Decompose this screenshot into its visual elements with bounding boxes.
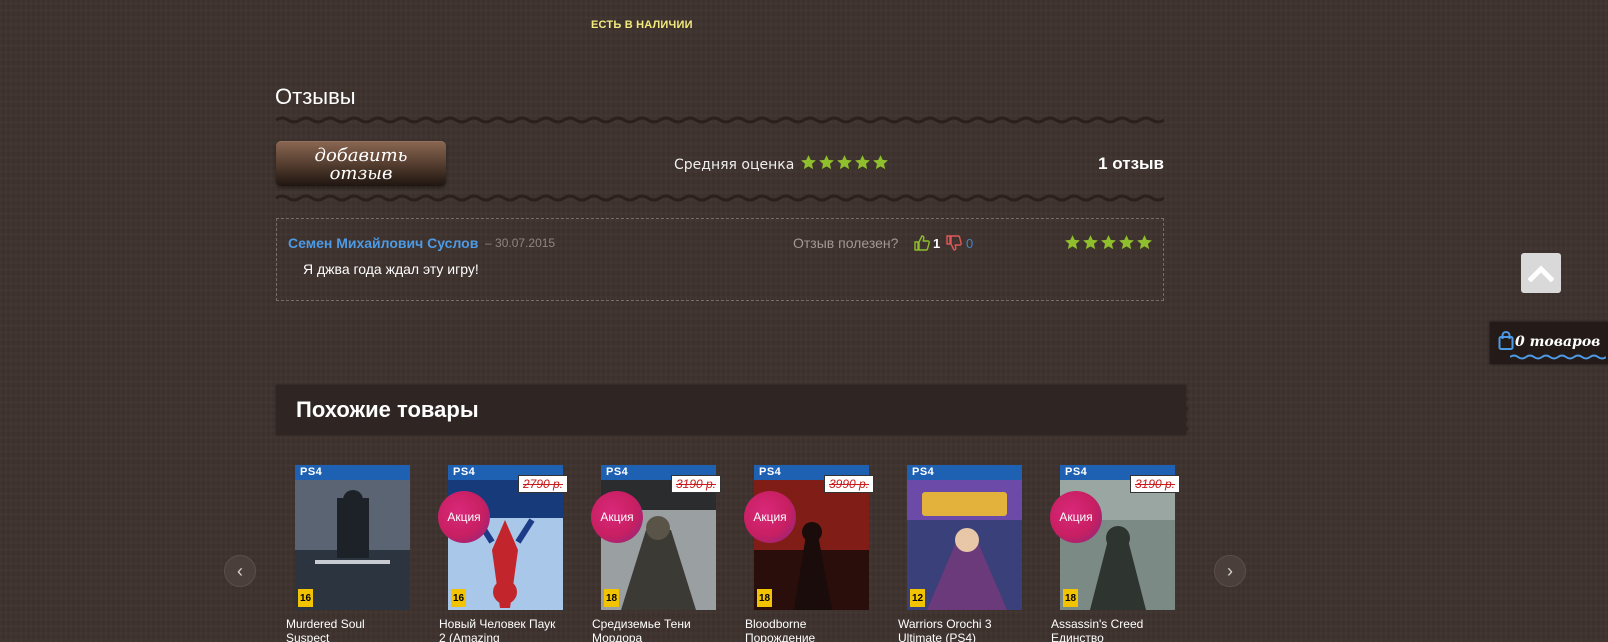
carousel-next-button[interactable]: › [1214,555,1246,587]
star-icon [819,155,834,170]
scroll-to-top-button[interactable] [1521,253,1561,293]
add-review-button[interactable]: добавить отзыв [276,141,446,186]
carousel-prev-button[interactable]: ‹ [224,555,256,587]
sale-badge: Акция [1050,491,1102,543]
platform-label: PS4 [606,466,629,478]
old-price: 3190 р. [1130,475,1180,493]
age-rating-badge: 18 [1063,589,1078,607]
star-icon [1083,235,1098,250]
product-card[interactable]: PS4 16 2790 р. Акция Новый Человек Паук 2 (A… [438,465,579,642]
thumbs-down-icon[interactable] [946,235,962,256]
dislikes-count: 0 [966,236,974,251]
age-rating-badge: 18 [604,589,619,607]
age-rating-badge: 16 [451,589,466,607]
age-rating-badge: 16 [298,589,313,607]
platform-label: PS4 [912,466,935,478]
star-icon [1137,235,1152,250]
platform-header: PS4 [907,465,1022,480]
chevron-up-icon [1528,265,1554,282]
date-separator: – [485,236,492,250]
banner-torn-edge [1181,385,1189,435]
star-icon [1065,235,1080,250]
old-price: 3990 р. [824,475,874,493]
platform-header: PS4 [295,465,410,480]
product-name[interactable]: Assassin's Creed Единство [1051,617,1171,642]
product-card[interactable]: PS4 18 3190 р. Акция Средиземье Тени Мордора [591,465,732,642]
similar-products-title: Похожие товары [296,397,479,422]
platform-label: PS4 [453,466,476,478]
divider [276,116,1164,124]
cart-widget[interactable]: 0 товаров [1490,322,1608,364]
platform-label: PS4 [759,466,782,478]
star-icon [855,155,870,170]
old-price: 2790 р. [518,475,568,493]
thumbs-up-icon[interactable] [914,235,930,256]
sale-badge: Акция [744,491,796,543]
average-rating-label: Средняя оценка [674,157,795,173]
product-cover-image[interactable]: PS4 16 [295,465,410,610]
reviewer-name[interactable]: Семен Михайлович Суслов [288,235,478,251]
cart-item-count: 0 товаров [1515,334,1601,350]
product-card[interactable]: PS4 18 3190 р. Акция Assassin's Creed Единст… [1050,465,1191,642]
review-rating-stars [1064,234,1153,251]
stock-status: ЕСТЬ В НАЛИЧИИ [591,19,693,31]
star-icon [873,155,888,170]
product-card[interactable]: PS4 12 Warriors Orochi 3 Ultimate (PS4) [898,465,1038,642]
age-rating-badge: 12 [910,589,925,607]
product-name[interactable]: Murdered Soul Suspect [286,617,406,642]
review-date-value: 30.07.2015 [495,236,556,250]
old-price: 3190 р. [671,475,721,493]
product-name[interactable]: Новый Человек Паук 2 (Amazing [439,617,559,642]
helpful-label: Отзыв полезен? [793,235,899,251]
review-text: Я джва года ждал эту игру! [303,261,479,277]
star-icon [801,155,816,170]
sale-badge: Акция [438,491,490,543]
review-count: 1 отзыв [1098,154,1164,173]
reviews-title: Отзывы [275,84,356,109]
product-card[interactable]: PS4 16 Murdered Soul Suspect [286,465,426,642]
review-card: Семен Михайлович Суслов – 30.07.2015 Отз… [276,218,1164,301]
shopping-bag-icon [1498,331,1514,350]
average-rating-stars [800,154,889,171]
platform-label: PS4 [1065,466,1088,478]
product-name[interactable]: Warriors Orochi 3 Ultimate (PS4) [898,617,1018,642]
similar-products-banner: Похожие товары [276,385,1189,435]
age-rating-badge: 18 [757,589,772,607]
likes-count: 1 [933,236,941,251]
product-name[interactable]: Bloodborne Порождение [745,617,865,642]
star-icon [837,155,852,170]
divider [276,194,1164,202]
platform-label: PS4 [300,466,323,478]
product-cover-image[interactable]: PS4 12 [907,465,1022,610]
star-icon [1119,235,1134,250]
cart-underline [1510,354,1606,360]
product-name[interactable]: Средиземье Тени Мордора [592,617,712,642]
sale-badge: Акция [591,491,643,543]
star-icon [1101,235,1116,250]
product-card[interactable]: PS4 18 3990 р. Акция Bloodborne Порождение [744,465,885,642]
review-date: – 30.07.2015 [485,236,555,250]
